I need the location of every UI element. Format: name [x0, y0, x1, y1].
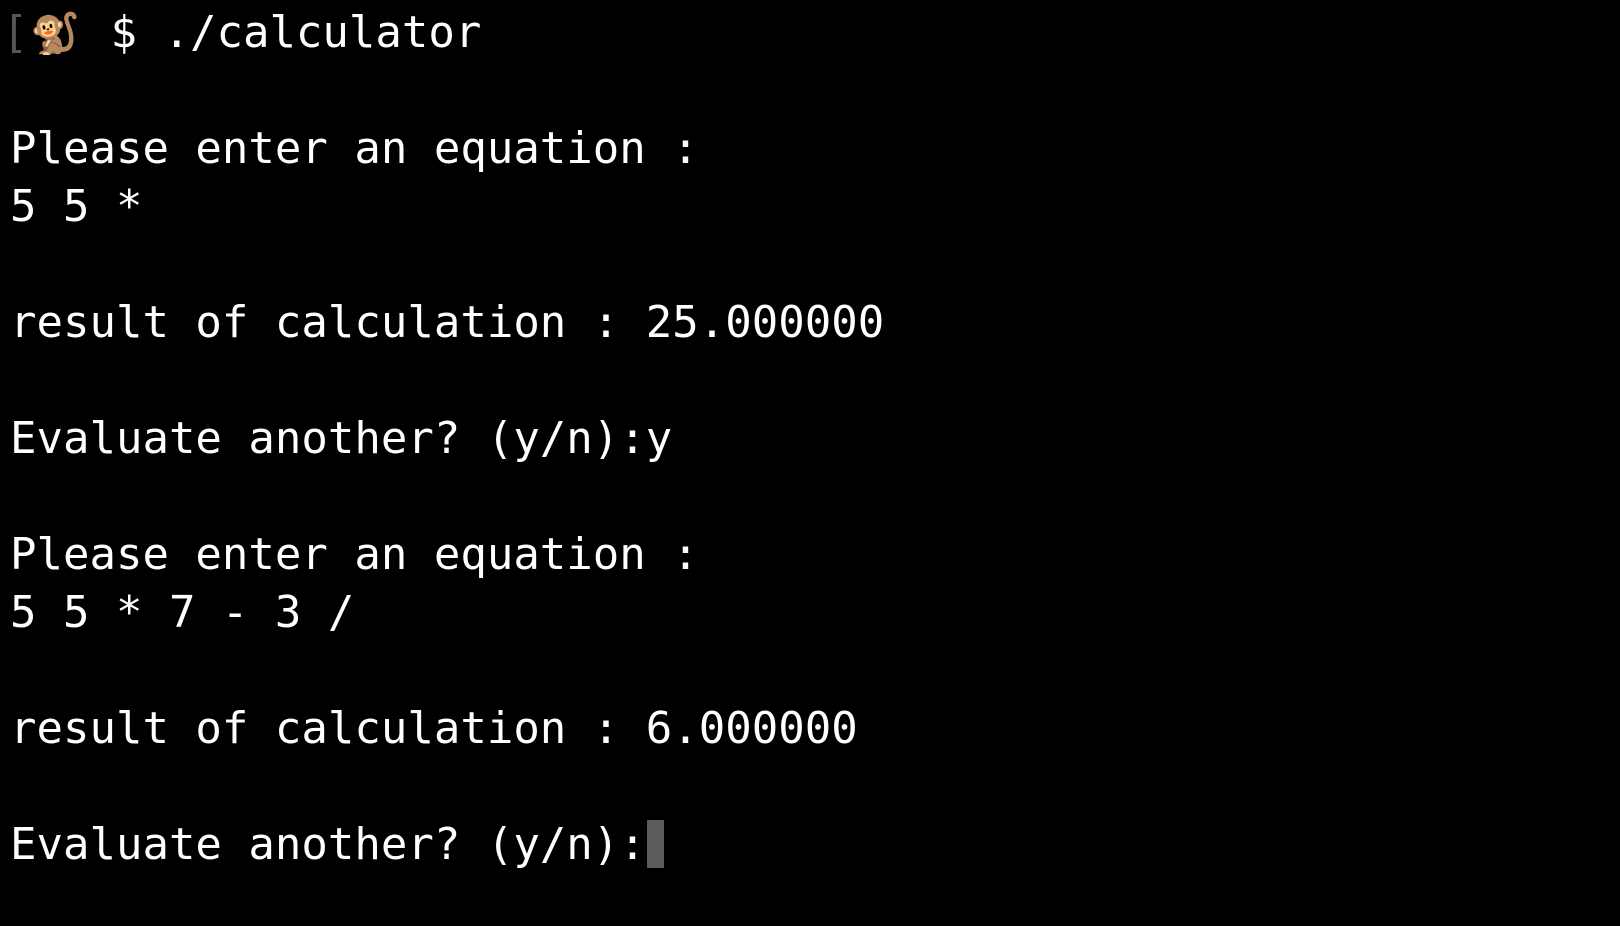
text-cursor[interactable] — [646, 820, 664, 868]
calculation-result-2: result of calculation : 6.000000 — [10, 703, 858, 754]
evaluate-another-prompt-2[interactable]: Evaluate another? (y/n): — [0, 816, 1620, 874]
user-input-equation-2: 5 5 * 7 - 3 / — [10, 587, 355, 638]
terminal-output: [ 🐒 $ ./calculator Please enter an equat… — [0, 4, 1620, 874]
evaluate-another-prompt-1: Evaluate another? (y/n):y — [10, 413, 673, 464]
terminal-window[interactable]: Please enter an equation : [ 🐒 $ ./calcu… — [0, 0, 1620, 926]
prompt-command: ./calculator — [163, 7, 482, 58]
prompt-enter-equation-1: Please enter an equation : — [10, 123, 699, 174]
shell-prompt-line: [ 🐒 $ ./calculator — [0, 4, 1620, 62]
calculation-result-1: result of calculation : 25.000000 — [10, 297, 885, 348]
prompt-bracket: [ — [2, 7, 29, 58]
monkey-emoji: 🐒 — [30, 11, 80, 57]
prompt-enter-equation-2: Please enter an equation : — [10, 529, 699, 580]
prompt-sigil: $ — [84, 7, 164, 58]
user-input-equation-1: 5 5 * — [10, 181, 143, 232]
evaluate-another-prompt-text: Evaluate another? (y/n): — [10, 819, 646, 870]
